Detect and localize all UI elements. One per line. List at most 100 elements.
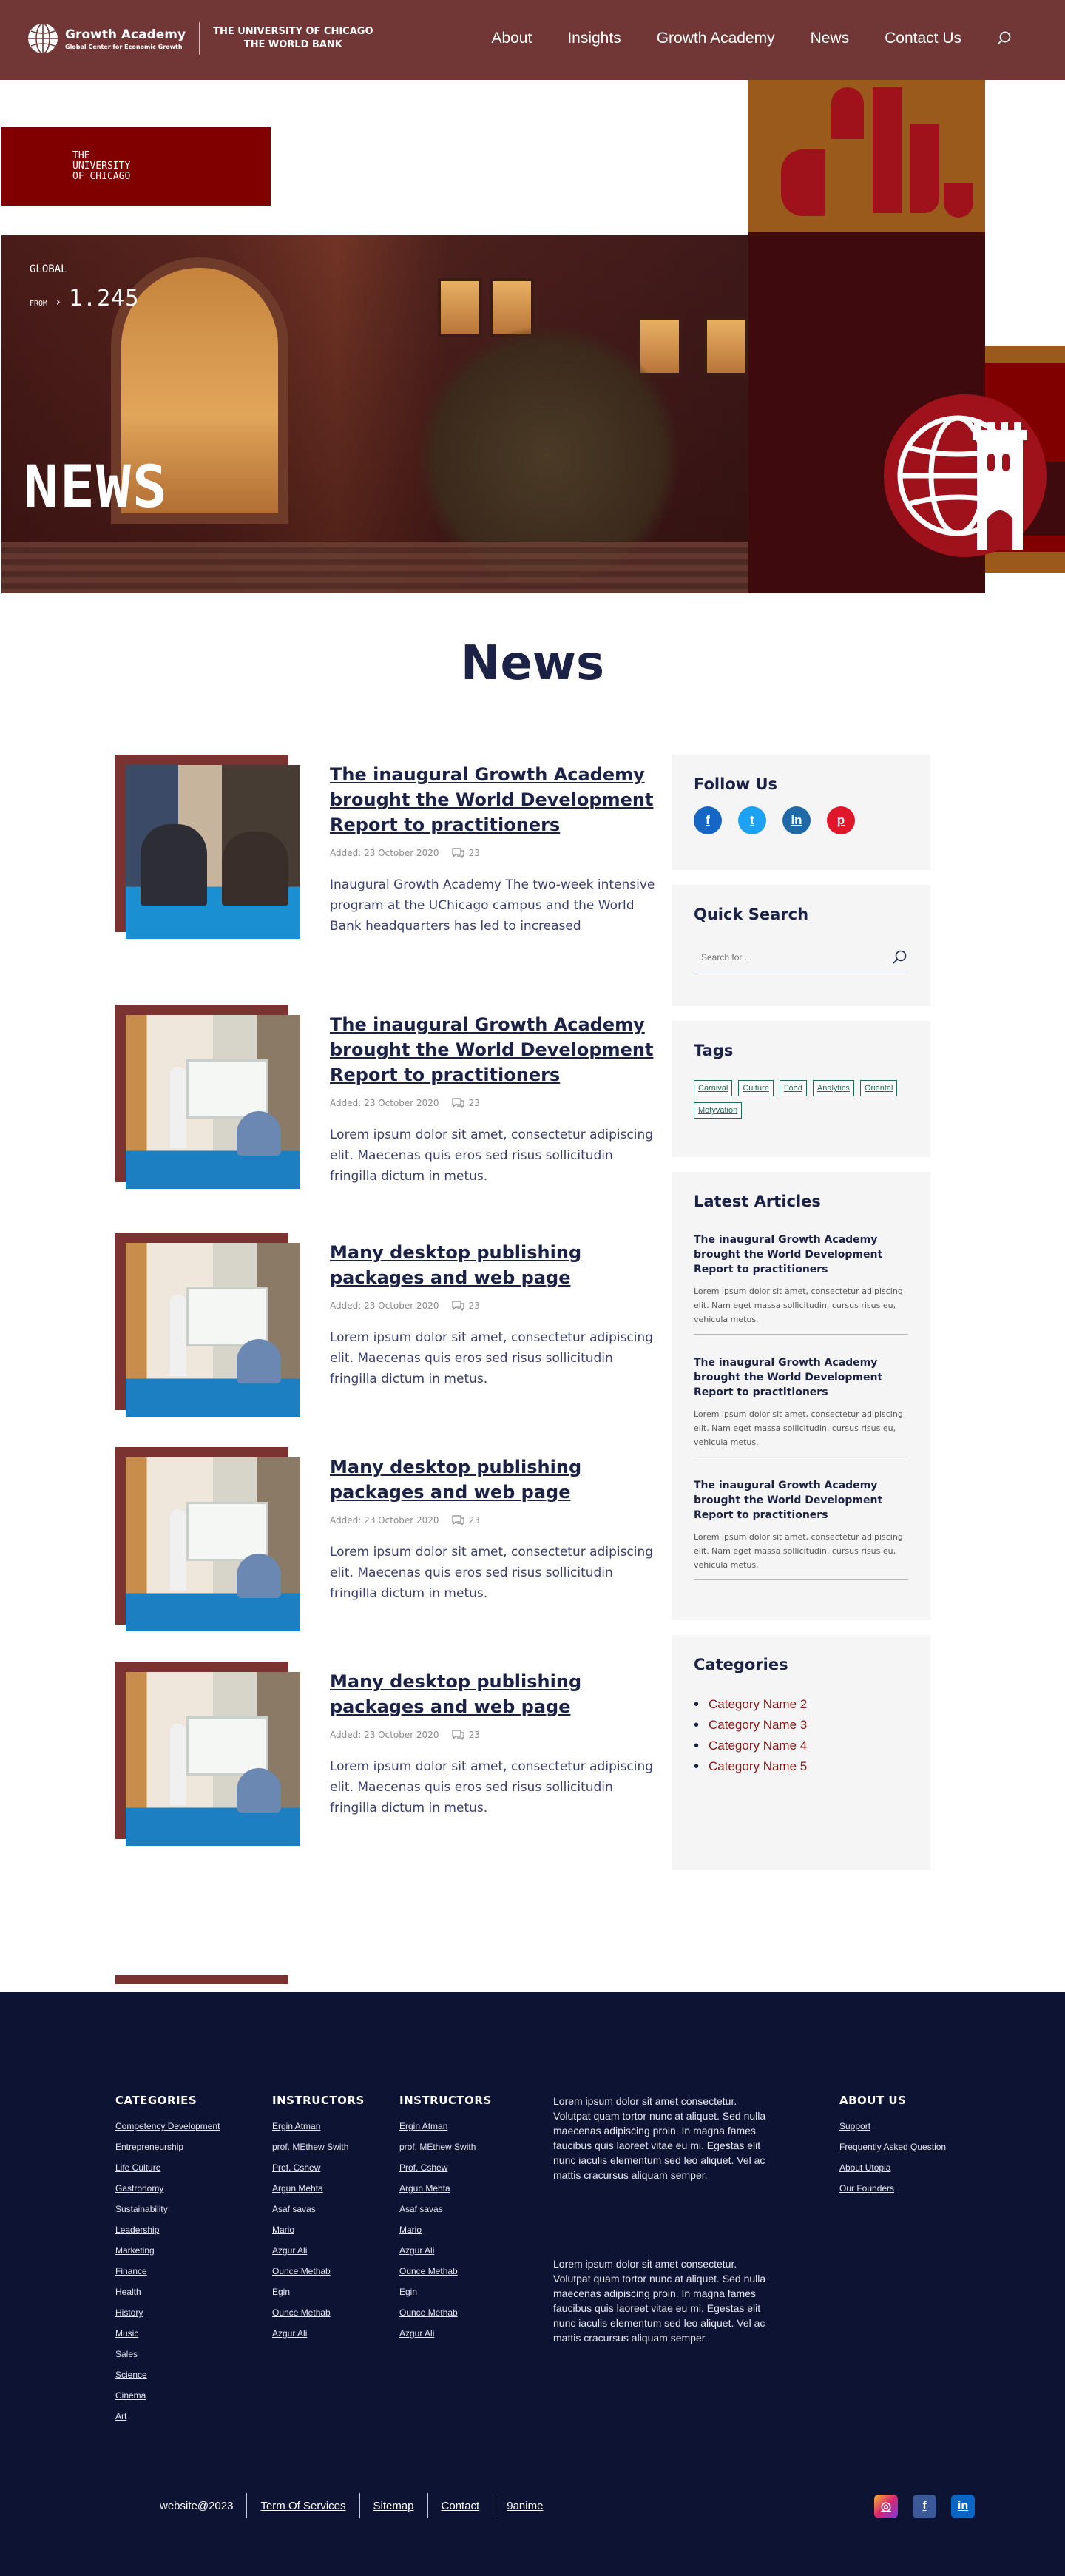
footer-link[interactable]: Argun Mehta	[272, 2178, 365, 2199]
footer-link[interactable]: Ergin Atman	[272, 2116, 365, 2137]
footer-link[interactable]: Competency Development	[115, 2116, 220, 2137]
footer-link[interactable]: Mario	[272, 2219, 365, 2240]
post-body: Many desktop publishing packages and web…	[330, 1240, 655, 1389]
footer-terms-link[interactable]: Term Of Services	[247, 2500, 359, 2512]
quick-search-title: Quick Search	[694, 906, 809, 923]
footer-link[interactable]: Azgur Ali	[399, 2240, 492, 2261]
footer-link[interactable]: Ounce Methab	[399, 2302, 492, 2323]
category-item[interactable]: Category Name 3	[694, 1715, 908, 1736]
footer-link[interactable]: Science	[115, 2364, 220, 2385]
footer-link[interactable]: Ounce Methab	[399, 2261, 492, 2282]
linkedin-icon[interactable]: in	[782, 806, 811, 834]
footer-link[interactable]: Leadership	[115, 2219, 220, 2240]
footer-link[interactable]: Ergin Atman	[399, 2116, 492, 2137]
facebook-icon[interactable]: f	[694, 806, 722, 834]
nav-about[interactable]: About	[491, 30, 532, 47]
footer-link[interactable]: prof. MEthew Swith	[399, 2137, 492, 2157]
footer-link[interactable]: Sustainability	[115, 2199, 220, 2219]
post-title-link[interactable]: The inaugural Growth Academy brought the…	[330, 764, 653, 835]
footer-contact-link[interactable]: Contact	[428, 2500, 493, 2512]
footer-link[interactable]: Egin	[272, 2282, 365, 2302]
category-item[interactable]: Category Name 5	[694, 1756, 908, 1777]
footer-link[interactable]: Prof. Cshew	[272, 2157, 365, 2178]
footer-link[interactable]: Ounce Methab	[272, 2261, 365, 2282]
latest-article[interactable]: The inaugural Growth Academy brought the…	[694, 1478, 908, 1580]
footer-link[interactable]: Azgur Ali	[272, 2323, 365, 2344]
tag-chip[interactable]: Analytics	[812, 1080, 854, 1096]
footer-text-2: Lorem ipsum dolor sit amet consectetur. …	[553, 2258, 766, 2344]
post-thumbnail[interactable]	[126, 765, 300, 939]
footer-extra-link[interactable]: 9anime	[493, 2500, 556, 2512]
footer-link[interactable]: Marketing	[115, 2240, 220, 2261]
footer-link[interactable]: Prof. Cshew	[399, 2157, 492, 2178]
footer-link[interactable]: Frequently Asked Question	[839, 2137, 946, 2157]
globe-tower-emblem-icon	[884, 394, 1047, 557]
footer-link[interactable]: Sales	[115, 2344, 220, 2364]
post-thumbnail[interactable]	[126, 1015, 300, 1189]
latest-article-title: The inaugural Growth Academy brought the…	[694, 1234, 883, 1275]
facebook-icon[interactable]: f	[913, 2495, 936, 2518]
footer-link[interactable]: Argun Mehta	[399, 2178, 492, 2199]
post-thumbnail[interactable]	[126, 1243, 300, 1417]
linkedin-icon[interactable]: in	[951, 2495, 975, 2518]
tag-chip[interactable]: Motyvation	[694, 1102, 743, 1119]
latest-articles-card: Latest Articles The inaugural Growth Aca…	[672, 1172, 930, 1620]
post-body: Many desktop publishing packages and web…	[330, 1454, 655, 1604]
category-item[interactable]: Category Name 4	[694, 1736, 908, 1756]
twitter-icon[interactable]: t	[738, 806, 766, 834]
search-input[interactable]	[694, 952, 890, 962]
nav-insights[interactable]: Insights	[567, 30, 621, 47]
footer-link[interactable]: About Utopia	[839, 2157, 946, 2178]
footer-link[interactable]: Health	[115, 2282, 220, 2302]
tag-chip[interactable]: Food	[779, 1080, 807, 1096]
post-title-link[interactable]: Many desktop publishing packages and web…	[330, 1457, 581, 1503]
footer-link[interactable]: Gastronomy	[115, 2178, 220, 2199]
post-thumbnail[interactable]	[126, 1672, 300, 1846]
footer-link[interactable]: Mario	[399, 2219, 492, 2240]
post-title-link[interactable]: Many desktop publishing packages and web…	[330, 1242, 581, 1288]
site-header: Growth Academy Global Center for Economi…	[0, 0, 1065, 80]
footer-link[interactable]: Music	[115, 2323, 220, 2344]
tag-chip[interactable]: Oriental	[859, 1080, 898, 1096]
thumb-whiteboard	[186, 1716, 268, 1776]
footer-link[interactable]: Egin	[399, 2282, 492, 2302]
pinterest-icon[interactable]: p	[827, 806, 855, 834]
footer-link[interactable]: Finance	[115, 2261, 220, 2282]
footer-link[interactable]: Azgur Ali	[272, 2240, 365, 2261]
footer-link[interactable]: Our Founders	[839, 2178, 946, 2199]
footer-link[interactable]: Art	[115, 2406, 220, 2427]
hero-pattern-block	[748, 80, 985, 232]
search-icon[interactable]	[995, 30, 1012, 47]
footer-link[interactable]: Ounce Methab	[272, 2302, 365, 2323]
footer-link[interactable]: Asaf savas	[399, 2199, 492, 2219]
footer-link[interactable]: Life Culture	[115, 2157, 220, 2178]
footer-sitemap-link[interactable]: Sitemap	[360, 2500, 427, 2512]
thumb-person	[170, 1724, 186, 1805]
nav-news[interactable]: News	[811, 30, 850, 47]
nav-growth-academy[interactable]: Growth Academy	[657, 30, 775, 47]
instagram-icon[interactable]: ◎	[874, 2495, 898, 2518]
post-meta: Added: 23 October 2020 23	[330, 848, 655, 858]
thumb-person	[141, 824, 207, 906]
footer-link[interactable]: prof. MEthew Swith	[272, 2137, 365, 2157]
search-icon[interactable]	[890, 948, 908, 966]
tag-chip[interactable]: Carnival	[694, 1080, 733, 1096]
nav-contact-us[interactable]: Contact Us	[885, 30, 961, 47]
footer-link[interactable]: Asaf savas	[272, 2199, 365, 2219]
news-content: The inaugural Growth Academy brought the…	[0, 710, 1065, 1992]
footer-link[interactable]: Cinema	[115, 2385, 220, 2406]
footer-link[interactable]: Entrepreneurship	[115, 2137, 220, 2157]
brand-divider	[199, 22, 200, 55]
post-thumbnail[interactable]	[126, 1457, 300, 1631]
post-title-link[interactable]: The inaugural Growth Academy brought the…	[330, 1014, 653, 1085]
brand-logo[interactable]: Growth Academy Global Center for Economi…	[27, 22, 373, 55]
latest-article[interactable]: The inaugural Growth Academy brought the…	[694, 1233, 908, 1335]
category-item[interactable]: Category Name 2	[694, 1694, 908, 1715]
footer-link[interactable]: History	[115, 2302, 220, 2323]
footer-link[interactable]: Azgur Ali	[399, 2323, 492, 2344]
latest-article[interactable]: The inaugural Growth Academy brought the…	[694, 1355, 908, 1457]
footer-link[interactable]: Support	[839, 2116, 946, 2137]
tag-chip[interactable]: Culture	[738, 1080, 774, 1096]
thumb-person	[170, 1067, 186, 1148]
post-title-link[interactable]: Many desktop publishing packages and web…	[330, 1671, 581, 1717]
